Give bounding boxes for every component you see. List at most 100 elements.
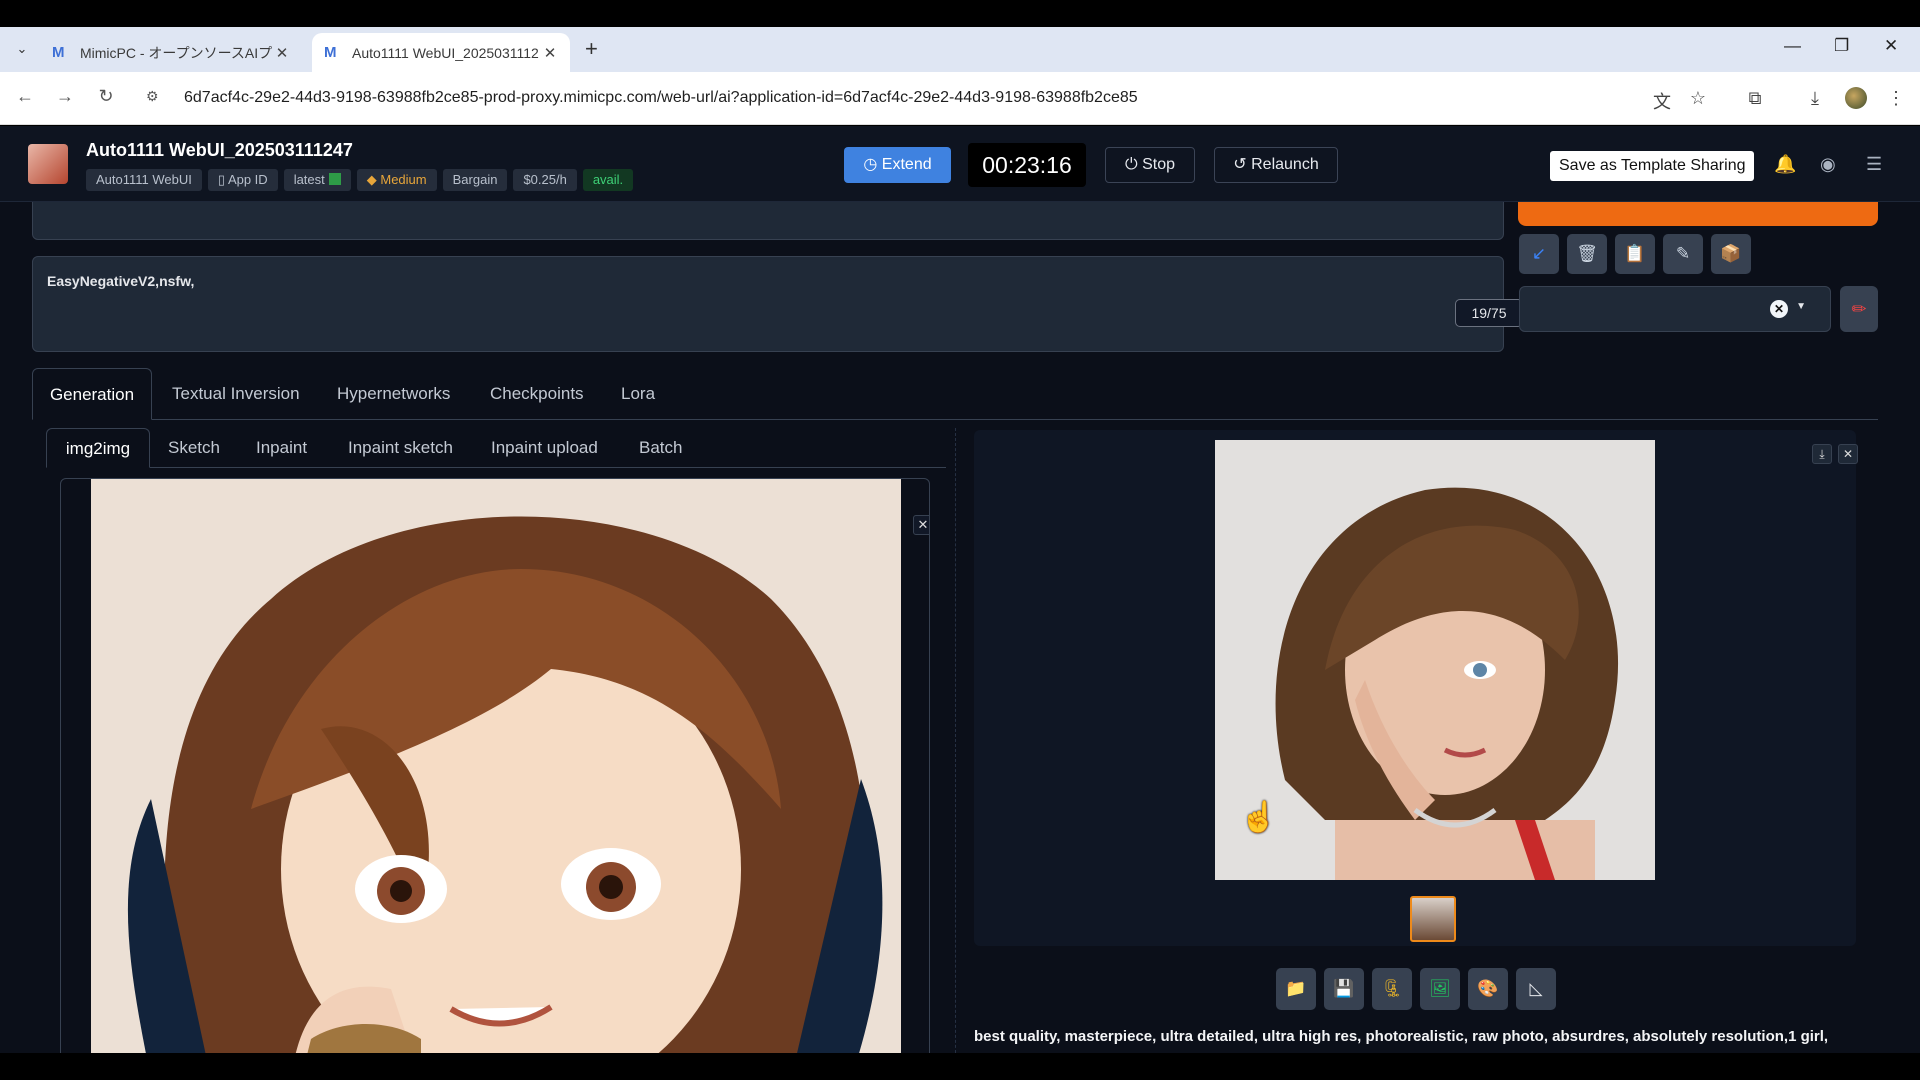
app-name-chip: Auto1111 WebUI [86,169,202,191]
clear-icon[interactable]: ✕ [1770,300,1788,318]
tab-generation[interactable]: Generation [32,368,152,420]
img2img-subtabs: img2img Sketch Inpaint Inpaint sketch In… [46,428,946,468]
webui-main: EasyNegativeV2,nsfw, 19/75 ↙ 🗑 📋 ✎ 📦 ✕ ▼… [0,202,1920,1053]
input-image-frame[interactable]: ✕ [60,478,930,1053]
clipboard-icon[interactable]: 📋 [1615,234,1655,274]
open-folder-icon[interactable]: 📁 [1276,968,1316,1010]
positive-prompt-textarea[interactable] [32,202,1504,240]
output-panel: ⤓ ✕ 📁 💾 🗜 🖼 🎨 ◺ best quality, masterpiec… [955,428,1885,1053]
version-tag-icon [328,173,341,185]
status-badge: avail. [582,169,634,191]
save-icon[interactable]: 💾 [1324,968,1364,1010]
img2img-panel: img2img Sketch Inpaint Inpaint sketch In… [46,428,946,1053]
browser-tab-auto1111[interactable]: M Auto1111 WebUI_2025031112 ✕ [312,33,570,72]
tab-title: MimicPC - オープンソースAIプラット [80,44,274,61]
send-to-inpaint-icon[interactable]: 🎨 [1468,968,1508,1010]
bargain-chip: Bargain [442,169,508,191]
browser-tabstrip: ⌄ M MimicPC - オープンソースAIプラット ✕ M Auto1111… [0,27,1920,72]
session-timer: 00:23:16 [968,143,1086,187]
stop-label: Stop [1142,156,1176,173]
browser-toolbar: ← → ↻ ⚙ 6d7acf4c-29e2-44d3-9198-63988fb2… [0,72,1920,125]
tab-hypernetworks[interactable]: Hypernetworks [337,368,450,420]
mimicpc-favicon-icon: M [52,43,65,61]
output-image[interactable] [1215,440,1655,880]
gallery-thumbnail[interactable] [1410,896,1456,942]
version-chip: latest [283,169,351,191]
negative-prompt-text: EasyNegativeV2,nsfw, [47,273,195,289]
tier-chip: ◆ Medium [356,169,437,191]
zip-icon[interactable]: 🗜 [1372,968,1412,1010]
app-header: Auto1111 WebUI_202503111247 Auto1111 Web… [0,126,1920,202]
download-icon[interactable]: ⤓ [1812,444,1832,464]
input-image [91,479,901,1053]
bookmark-star-icon[interactable]: ☆ [1686,88,1710,109]
restore-icon[interactable]: ❐ [1834,36,1849,56]
extend-button[interactable]: ◷ Extend [844,147,951,183]
output-prompt-text: best quality, masterpiece, ultra detaile… [974,1028,1829,1045]
tab-batch[interactable]: Batch [639,428,682,468]
generate-button[interactable] [1518,202,1878,226]
tab-sketch[interactable]: Sketch [168,428,220,468]
read-params-icon[interactable]: ↙ [1519,234,1559,274]
minimize-icon[interactable]: — [1784,36,1801,56]
app-title: Auto1111 WebUI_202503111247 [86,140,353,160]
tab-inpaint-upload[interactable]: Inpaint upload [491,428,598,468]
save-template-button[interactable]: Save as Template Sharing [1550,151,1755,181]
send-to-img2img-icon[interactable]: 🖼 [1420,968,1460,1010]
downloads-icon[interactable]: ⤓ [1803,88,1827,109]
url-text: 6d7acf4c-29e2-44d3-9198-63988fb2ce85-pro… [184,89,1138,106]
tab-title: Auto1111 WebUI_2025031112 [352,44,539,61]
menu-icon[interactable]: ☰ [1866,154,1882,175]
tier-label: Medium [380,172,427,187]
discord-icon[interactable]: ◉ [1820,154,1836,175]
stop-button[interactable]: ⏻ Stop [1105,147,1195,183]
profile-avatar[interactable] [1845,87,1867,109]
notification-bell-icon[interactable]: 🔔 [1774,154,1796,175]
tab-lora[interactable]: Lora [621,368,655,420]
site-info-icon[interactable]: ⚙ [146,88,166,108]
app-id-chip[interactable]: ▯ App ID [207,169,278,191]
edit-styles-button[interactable]: ✏ [1840,286,1878,332]
app-avatar [28,144,68,184]
output-gallery: ⤓ ✕ [974,430,1858,946]
translate-icon[interactable]: 文 [1650,88,1674,114]
tab-inpaint-sketch[interactable]: Inpaint sketch [348,428,453,468]
address-bar[interactable]: ⚙ 6d7acf4c-29e2-44d3-9198-63988fb2ce85-p… [136,80,1686,116]
styles-dropdown[interactable]: ✕ ▼ [1519,286,1831,332]
reload-icon[interactable]: ↻ [94,86,118,107]
tab-inpaint[interactable]: Inpaint [256,428,307,468]
close-tab-icon[interactable]: ✕ [542,44,558,62]
token-counter: 19/75 [1455,299,1523,327]
more-menu-icon[interactable]: ⋮ [1884,88,1908,109]
tab-search-icon[interactable]: ⌄ [12,39,32,59]
mouse-cursor-icon: ☝ [1240,801,1278,834]
anime-girl-illustration [91,479,901,1053]
screen: ⌄ M MimicPC - オープンソースAIプラット ✕ M Auto1111… [0,0,1920,1080]
browser-tab-mimicpc[interactable]: M MimicPC - オープンソースAIプラット ✕ [40,33,302,72]
prompt-tools: ↙ 🗑 📋 ✎ 📦 [1519,234,1751,274]
app-id-label: App ID [227,172,268,187]
send-to-extras-icon[interactable]: ◺ [1516,968,1556,1010]
trash-icon[interactable]: 🗑 [1567,234,1607,274]
photo-girl-image [1215,440,1655,880]
mimicpc-favicon-icon: M [324,43,337,61]
negative-prompt-textarea[interactable]: EasyNegativeV2,nsfw, 19/75 [32,256,1523,352]
close-tab-icon[interactable]: ✕ [274,44,290,62]
chevron-down-icon[interactable]: ▼ [1796,301,1806,312]
price-chip: $0.25/h [513,169,577,191]
new-tab-icon[interactable]: + [585,36,598,62]
close-icon[interactable]: ✕ [1838,444,1858,464]
relaunch-button[interactable]: ↺ Relaunch [1214,147,1338,183]
tab-img2img[interactable]: img2img [46,428,150,468]
main-tabs: Generation Textual Inversion Hypernetwor… [32,368,1878,420]
output-tools: 📁 💾 🗜 🖼 🎨 ◺ [1276,968,1556,1010]
forward-icon[interactable]: → [53,86,77,107]
extensions-icon[interactable]: ⧉ [1743,88,1767,109]
apply-styles-icon[interactable]: ✎ [1663,234,1703,274]
save-style-icon[interactable]: 📦 [1711,234,1751,274]
tab-checkpoints[interactable]: Checkpoints [490,368,584,420]
close-window-icon[interactable]: ✕ [1884,36,1898,56]
tab-textual-inversion[interactable]: Textual Inversion [172,368,300,420]
remove-image-icon[interactable]: ✕ [913,515,929,535]
back-icon[interactable]: ← [13,86,37,107]
